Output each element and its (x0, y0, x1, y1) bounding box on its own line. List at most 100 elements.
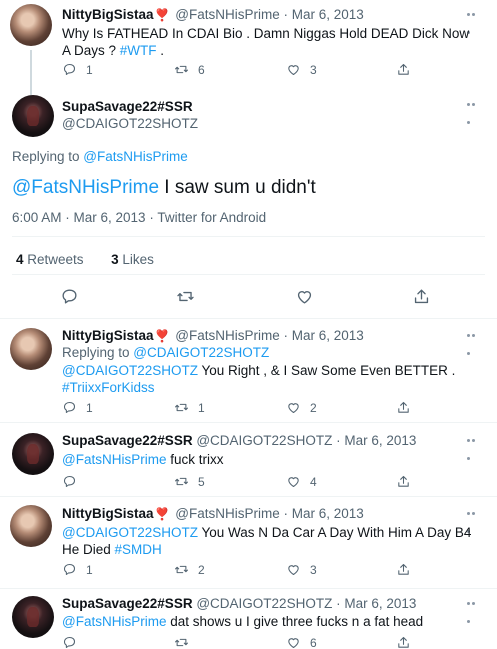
tweet-item[interactable]: NittyBigSistaa❣️ @FatsNHisPrime · Mar 6,… (0, 498, 497, 588)
retweets-stat[interactable]: 4 Retweets (16, 252, 84, 267)
like-count: 3 (310, 562, 317, 577)
retweet-button[interactable] (174, 635, 198, 649)
share-button[interactable] (396, 62, 411, 77)
reply-button[interactable]: 1 (62, 62, 93, 77)
display-name[interactable]: SupaSavage22#SSR (62, 596, 193, 611)
reply-button[interactable] (60, 287, 79, 306)
reply-button[interactable]: 1 (62, 562, 93, 577)
avatar[interactable] (12, 95, 54, 137)
user-handle[interactable]: @CDAIGOT22SHOTZ (196, 596, 332, 611)
tweet-header: SupaSavage22#SSR @CDAIGOT22SHOTZ · Mar 6… (62, 596, 416, 611)
tweet-item[interactable]: SupaSavage22#SSR @CDAIGOT22SHOTZ · Mar 6… (0, 590, 497, 649)
share-button[interactable] (396, 474, 411, 489)
tweet-actions: 1 2 3 (62, 562, 422, 580)
user-handle[interactable]: @CDAIGOT22SHOTZ (196, 433, 332, 448)
engagement-stats: 4 Retweets 3 Likes (16, 252, 154, 267)
tweet-date[interactable]: · Mar 6, 2013 (283, 7, 363, 22)
tweet-actions (60, 287, 440, 307)
like-button[interactable]: 3 (286, 562, 317, 577)
reply-button[interactable] (62, 474, 86, 489)
like-count: 2 (310, 400, 317, 415)
retweet-count: 1 (198, 400, 205, 415)
heart-emoji: ❣️ (154, 8, 170, 22)
share-icon (396, 62, 411, 77)
display-name[interactable]: NittyBigSistaa (62, 7, 154, 22)
more-icon[interactable] (467, 103, 481, 124)
avatar[interactable] (12, 433, 54, 475)
avatar[interactable] (10, 505, 52, 547)
share-button[interactable] (412, 287, 431, 306)
like-button[interactable]: 3 (286, 62, 317, 77)
hashtag-link[interactable]: #WTF (120, 43, 157, 58)
mention-link[interactable]: @FatsNHisPrime (62, 614, 166, 629)
tweet-item[interactable]: NittyBigSistaa❣️ @FatsNHisPrime · Mar 6,… (0, 320, 497, 420)
tweet-header: NittyBigSistaa❣️ @FatsNHisPrime · Mar 6,… (62, 328, 364, 343)
heart-icon (286, 635, 301, 649)
display-name[interactable]: NittyBigSistaa (62, 506, 154, 521)
tweet-actions: 1 6 3 (62, 62, 422, 80)
tweet-date[interactable]: · Mar 6, 2013 (283, 506, 363, 521)
reply-count: 1 (86, 562, 93, 577)
user-handle[interactable]: @FatsNHisPrime (175, 7, 279, 22)
tweet-date[interactable]: · Mar 6, 2013 (336, 596, 416, 611)
retweet-button[interactable]: 2 (174, 562, 205, 577)
reply-button[interactable]: 1 (62, 400, 93, 415)
reply-icon (62, 474, 77, 489)
tweet-actions: 5 4 (62, 474, 422, 492)
mention-link[interactable]: @FatsNHisPrime (62, 452, 166, 467)
user-handle[interactable]: @FatsNHisPrime (175, 506, 279, 521)
divider (0, 422, 497, 423)
mention-link[interactable]: @FatsNHisPrime (12, 177, 159, 198)
more-icon[interactable] (467, 512, 481, 533)
user-handle[interactable]: @CDAIGOT22SHOTZ (62, 116, 198, 131)
heart-icon (286, 562, 301, 577)
tweet-item[interactable]: NittyBigSistaa❣️ @FatsNHisPrime · Mar 6,… (0, 0, 497, 96)
reply-count: 1 (86, 400, 93, 415)
replying-to-link[interactable]: @CDAIGOT22SHOTZ (133, 345, 269, 360)
hashtag-link[interactable]: #SMDH (115, 542, 162, 557)
display-name[interactable]: NittyBigSistaa (62, 328, 154, 343)
replying-to: Replying to @FatsNHisPrime (12, 149, 188, 164)
more-icon[interactable] (467, 13, 481, 34)
replying-to-link[interactable]: @FatsNHisPrime (83, 149, 187, 164)
tweet-item[interactable]: SupaSavage22#SSR @CDAIGOT22SHOTZ · Mar 6… (0, 424, 497, 496)
share-icon (396, 474, 411, 489)
tweet-text: @CDAIGOT22SHOTZ You Right , & I Saw Some… (62, 363, 456, 395)
avatar[interactable] (10, 328, 52, 370)
reply-icon (62, 635, 77, 649)
reply-icon (60, 287, 79, 306)
avatar[interactable] (10, 4, 52, 46)
retweet-button[interactable]: 1 (174, 400, 205, 415)
share-button[interactable] (396, 562, 411, 577)
reply-button[interactable] (62, 635, 86, 649)
replying-to: Replying to @CDAIGOT22SHOTZ (62, 345, 270, 360)
retweet-button[interactable] (176, 287, 195, 306)
display-name[interactable]: SupaSavage22#SSR (62, 433, 193, 448)
mention-link[interactable]: @CDAIGOT22SHOTZ (62, 363, 198, 378)
retweet-button[interactable]: 5 (174, 474, 205, 489)
more-icon[interactable] (467, 439, 481, 460)
user-handle[interactable]: @FatsNHisPrime (175, 328, 279, 343)
heart-icon (286, 62, 301, 77)
like-button[interactable] (295, 287, 314, 306)
more-icon[interactable] (467, 602, 481, 623)
display-name[interactable]: SupaSavage22#SSR (62, 99, 193, 114)
retweet-button[interactable]: 6 (174, 62, 205, 77)
likes-stat[interactable]: 3 Likes (111, 252, 154, 267)
share-button[interactable] (396, 400, 411, 415)
more-icon[interactable] (467, 334, 481, 355)
retweet-icon (176, 287, 195, 306)
retweet-count: 2 (198, 562, 205, 577)
share-button[interactable] (396, 635, 411, 649)
avatar[interactable] (12, 596, 54, 638)
mention-link[interactable]: @CDAIGOT22SHOTZ (62, 525, 198, 540)
tweet-actions: 1 1 2 (62, 400, 422, 418)
like-button[interactable]: 6 (286, 635, 317, 649)
hashtag-link[interactable]: #TriixxForKidss (62, 380, 155, 395)
like-button[interactable]: 4 (286, 474, 317, 489)
tweet-header: NittyBigSistaa❣️ @FatsNHisPrime · Mar 6,… (62, 506, 364, 521)
tweet-date[interactable]: · Mar 6, 2013 (336, 433, 416, 448)
tweet-date[interactable]: · Mar 6, 2013 (283, 328, 363, 343)
like-button[interactable]: 2 (286, 400, 317, 415)
tweet-timestamp[interactable]: 6:00 AM · Mar 6, 2013 · Twitter for Andr… (12, 210, 266, 225)
